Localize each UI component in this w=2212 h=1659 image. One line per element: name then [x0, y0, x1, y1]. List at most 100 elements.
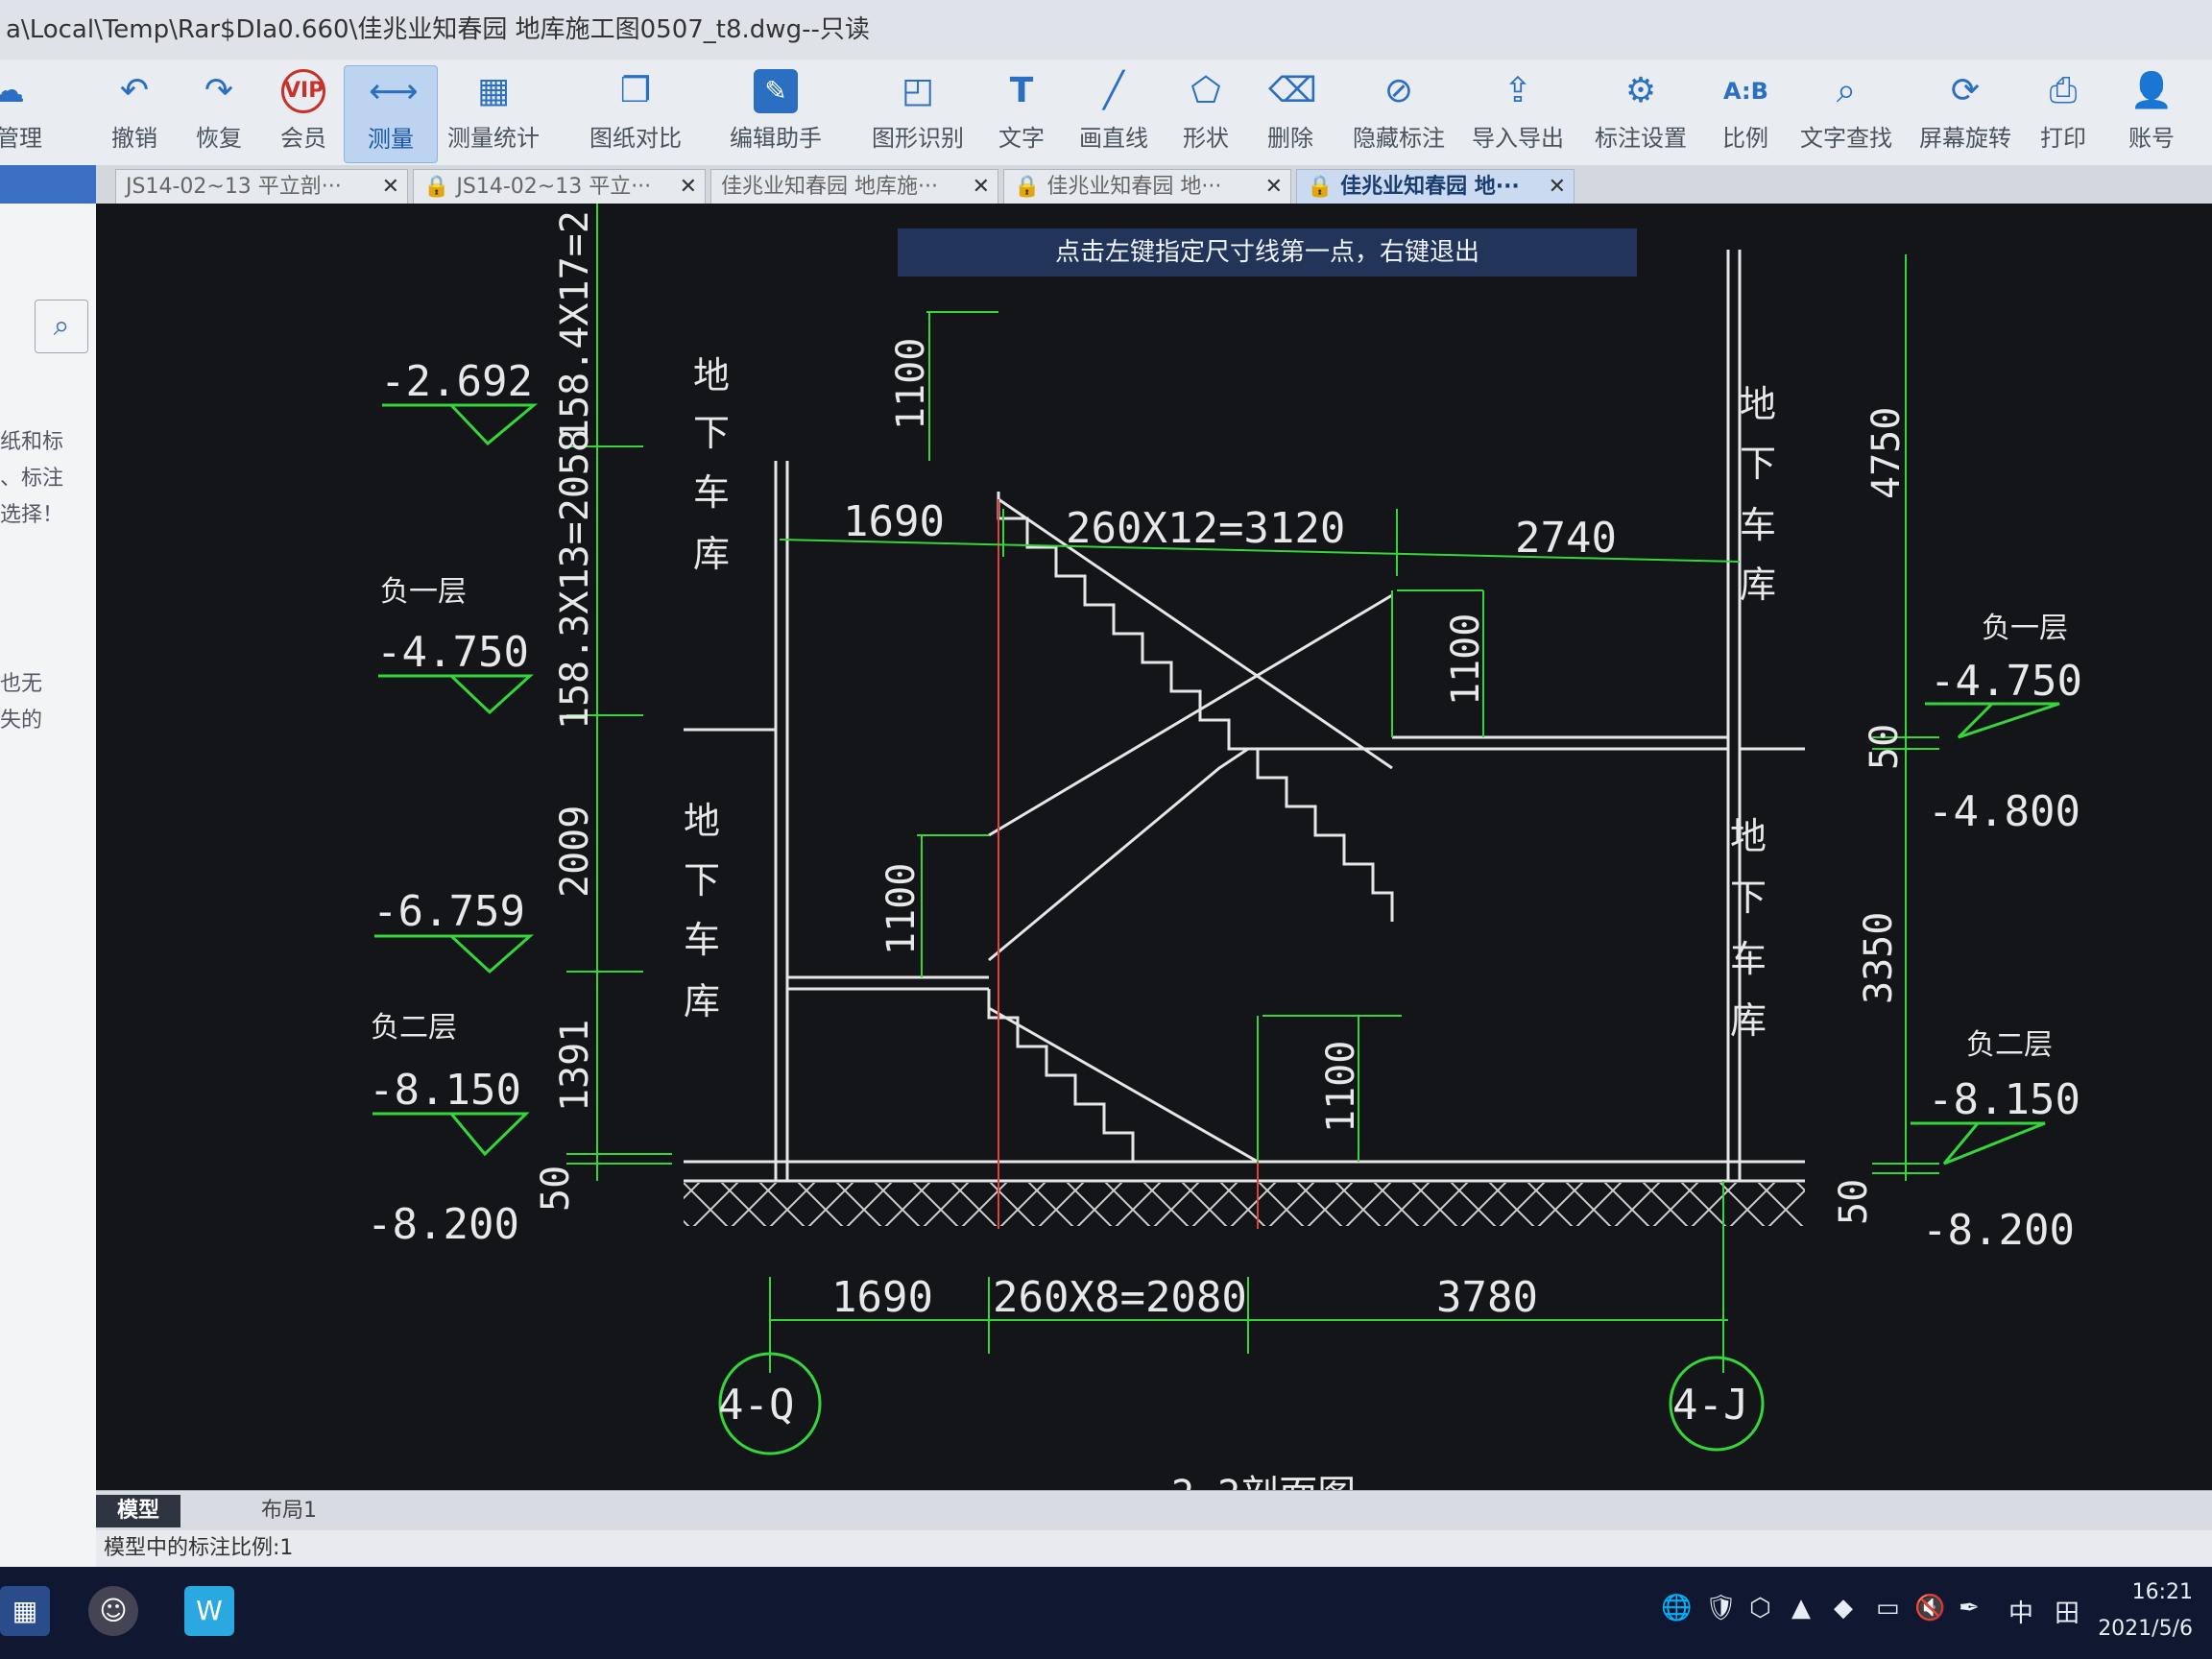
cloud-manage-button[interactable]: ☁云管理: [0, 65, 54, 161]
tab-layout1[interactable]: 布局1: [240, 1495, 338, 1527]
mute-icon[interactable]: 🔇: [1914, 1594, 1945, 1623]
dim-text: 3780: [1436, 1273, 1538, 1322]
import-export-button[interactable]: ⇪ 导入导出: [1465, 65, 1571, 161]
print-button[interactable]: ⎙ 打印: [2020, 65, 2106, 161]
status-bar: 模型中的标注比例:1: [96, 1530, 2212, 1567]
lock-icon: 🔒: [1014, 175, 1047, 199]
room-label-char: 地: [693, 354, 730, 397]
shield-icon[interactable]: 🛡: [1705, 1594, 1737, 1623]
app-tray-icon[interactable]: ▲: [1791, 1594, 1811, 1623]
layout-tabs: 模型 布局1: [96, 1490, 2212, 1531]
text-search-icon: ⌕: [1836, 71, 1857, 110]
scale-button[interactable]: A:B 比例: [1699, 65, 1791, 161]
hide-annotation-icon: ⊘: [1383, 71, 1414, 110]
drawing-compare-button[interactable]: ❐ 图纸对比: [588, 65, 684, 161]
delete-button[interactable]: ⌫ 删除: [1244, 65, 1336, 161]
undo-button[interactable]: ↶ 撤销: [88, 65, 180, 161]
clock[interactable]: 16:21 2021/5/6: [2098, 1575, 2193, 1647]
level-label: -8.200: [1922, 1206, 2075, 1255]
close-icon[interactable]: ✕: [973, 170, 990, 204]
tab-document-2[interactable]: 🔒 JS14-02~13 平立··· ✕: [413, 169, 706, 204]
input-method-zh[interactable]: 中: [2008, 1594, 2033, 1629]
level-label: -8.150: [1928, 1075, 2080, 1124]
text-button[interactable]: T 文字: [975, 65, 1068, 161]
text-search-button[interactable]: ⌕ 文字查找: [1793, 65, 1899, 161]
dim-text: 2740: [1515, 514, 1617, 563]
drawing-canvas[interactable]: -2.692 负一层 -4.750 -6.759 负二层 -8.150 -8.2…: [96, 204, 2212, 1517]
annotation-settings-button[interactable]: ⚙ 标注设置: [1588, 65, 1694, 161]
rail-height-text: 1100: [889, 338, 933, 430]
user-app-icon[interactable]: ☺: [88, 1586, 138, 1636]
measure-icon: ⟷: [369, 72, 419, 111]
shape-button[interactable]: ⬠ 形状: [1160, 65, 1252, 161]
level-label: -4.800: [1928, 787, 2080, 836]
tip-line: 、标注: [0, 467, 64, 491]
vip-button[interactable]: VIP 会员: [257, 65, 349, 161]
os-taskbar: ▦ ☺ W 🌐 🛡 ⬡ ▲ ◆ ▭ 🔇 ✒ 中 田 16:21 2021/5/6: [0, 1567, 2212, 1659]
account-icon: 👤: [2129, 71, 2174, 110]
search-icon[interactable]: ⌕: [35, 300, 88, 353]
level-label: -6.759: [373, 887, 525, 936]
input-method-grid[interactable]: 田: [2055, 1594, 2080, 1629]
cube-icon[interactable]: ⬡: [1749, 1594, 1771, 1623]
edit-assistant-icon: ✎: [754, 69, 798, 113]
room-label-char: 下: [1730, 877, 1767, 919]
shape-recognize-button[interactable]: ◰ 图形识别: [870, 65, 966, 161]
close-icon[interactable]: ✕: [1549, 170, 1566, 204]
line-icon: ╱: [1103, 71, 1124, 110]
rotate-screen-button[interactable]: ⟳ 屏幕旋转: [1912, 65, 2018, 161]
room-label-char: 库: [684, 980, 720, 1022]
room-label-char: 下: [684, 859, 720, 902]
dim-text: 4750: [1864, 407, 1909, 499]
measure-stats-button[interactable]: ▦ 测量统计: [445, 65, 541, 161]
room-label-char: 下: [693, 412, 730, 454]
start-icon[interactable]: ▦: [0, 1586, 50, 1636]
measure-stats-icon: ▦: [476, 71, 510, 110]
rail-height-text: 1100: [1444, 613, 1488, 706]
lock-icon: 🔒: [1307, 175, 1341, 199]
shape-icon: ⬠: [1190, 71, 1221, 110]
tab-model[interactable]: 模型: [96, 1495, 181, 1527]
pen-icon[interactable]: ✒: [1959, 1594, 1980, 1623]
level-label: -2.692: [380, 357, 533, 406]
tab-document-1[interactable]: JS14-02~13 平立剖··· ✕: [115, 169, 408, 204]
compare-icon: ❐: [619, 71, 652, 110]
edit-assistant-button[interactable]: ✎ 编辑助手: [728, 65, 824, 161]
redo-icon: ↷: [204, 71, 234, 110]
close-icon[interactable]: ✕: [680, 170, 697, 204]
room-label-char: 库: [693, 533, 730, 575]
lock-icon: 🔒: [423, 175, 457, 199]
line-button[interactable]: ╱ 画直线: [1068, 65, 1160, 161]
dim-text: 260X8=2080: [993, 1273, 1247, 1322]
palette-icon[interactable]: ◆: [1834, 1594, 1853, 1623]
tab-document-3[interactable]: 佳兆业知春园 地库施··· ✕: [710, 169, 998, 204]
left-panel: ⌕ 纸和标 、标注 选择！ 也无 失的: [0, 165, 97, 1567]
dim-text: 3350: [1857, 912, 1901, 1004]
close-icon[interactable]: ✕: [1265, 170, 1283, 204]
command-prompt: 点击左键指定尺寸线第一点，右键退出: [898, 228, 1637, 276]
redo-button[interactable]: ↷ 恢复: [173, 65, 265, 161]
tab-document-4[interactable]: 🔒 佳兆业知春园 地··· ✕: [1003, 169, 1291, 204]
close-icon[interactable]: ✕: [382, 170, 399, 204]
battery-icon[interactable]: ▭: [1876, 1594, 1900, 1623]
rail-height-text: 1100: [1319, 1041, 1363, 1133]
import-export-icon: ⇪: [1503, 71, 1533, 110]
clock-date: 2021/5/6: [2098, 1617, 2193, 1641]
floor-label: 负一层: [1982, 612, 2068, 645]
account-button[interactable]: 👤 账号: [2108, 65, 2195, 161]
axis-label: 4-J: [1672, 1381, 1748, 1430]
toolbar: ☁云管理 ↶撤销 ↷恢复 VIP会员 ⟷测量 ▦测量统计 ❐图纸对比 ✎编辑助手…: [0, 60, 2212, 166]
rail-height-text: 1100: [879, 863, 924, 955]
clock-time: 16:21: [2131, 1580, 2193, 1604]
globe-icon[interactable]: 🌐: [1661, 1594, 1692, 1623]
measure-button[interactable]: ⟷ 测量: [344, 65, 438, 163]
tab-document-5[interactable]: 🔒 佳兆业知春园 地··· ✕: [1296, 169, 1575, 204]
dim-text: 1690: [843, 497, 945, 546]
level-label: -8.150: [369, 1066, 521, 1115]
section-title: 2-2剖面图: [1171, 1473, 1356, 1490]
hide-annotation-button[interactable]: ⊘ 隐藏标注: [1346, 65, 1452, 161]
axis-red-lines: [998, 499, 1259, 1229]
wps-icon[interactable]: W: [184, 1586, 234, 1636]
tip-line: 纸和标: [0, 430, 64, 454]
dim-text: 1690: [831, 1273, 933, 1322]
